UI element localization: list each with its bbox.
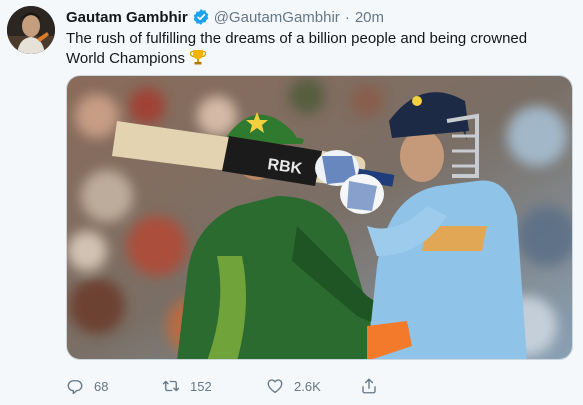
share-icon bbox=[362, 378, 376, 394]
trophy-icon bbox=[189, 48, 207, 66]
tweet-text: The rush of fulfilling the dreams of a b… bbox=[66, 29, 566, 68]
like-button[interactable]: 2.6K bbox=[266, 377, 321, 395]
tweet-card[interactable]: Gautam Gambhir @GautamGambhir · 20m The … bbox=[0, 0, 583, 405]
tweet-text-body: The rush of fulfilling the dreams of a b… bbox=[66, 30, 528, 67]
verified-badge-icon bbox=[192, 8, 210, 26]
heart-icon bbox=[267, 379, 283, 394]
author-name[interactable]: Gautam Gambhir bbox=[66, 9, 188, 26]
separator-dot: · bbox=[344, 8, 350, 26]
tweet-timestamp[interactable]: 20m bbox=[355, 9, 384, 26]
reply-count: 68 bbox=[94, 378, 109, 394]
tweet-actions: 68 152 2.6K bbox=[66, 374, 446, 398]
reply-icon bbox=[67, 380, 83, 395]
retweet-icon bbox=[162, 380, 180, 392]
like-count: 2.6K bbox=[294, 378, 321, 394]
retweet-button[interactable]: 152 bbox=[162, 377, 212, 395]
retweet-count: 152 bbox=[190, 378, 212, 394]
tweet-photo[interactable]: RBK bbox=[66, 75, 573, 360]
reply-button[interactable]: 68 bbox=[66, 377, 108, 395]
avatar[interactable] bbox=[7, 6, 55, 54]
tweet-header: Gautam Gambhir @GautamGambhir · 20m bbox=[66, 7, 384, 27]
share-button[interactable] bbox=[360, 377, 378, 395]
author-handle[interactable]: @GautamGambhir bbox=[214, 9, 340, 26]
